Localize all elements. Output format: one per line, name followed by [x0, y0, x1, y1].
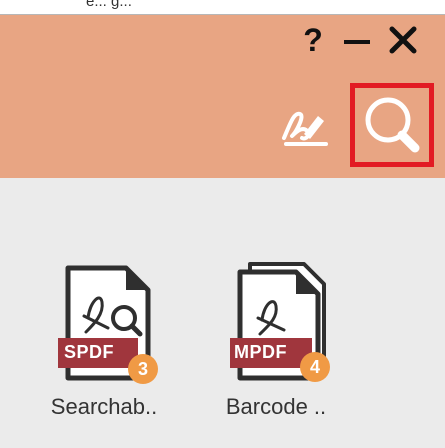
search-icon [365, 97, 420, 153]
help-button[interactable]: ? [298, 20, 328, 60]
sign-edit-icon [282, 111, 328, 146]
app-label-barcode: Barcode .. [225, 394, 327, 419]
minimize-button[interactable] [340, 29, 374, 53]
sign-edit-button[interactable] [280, 100, 330, 150]
close-icon [389, 26, 417, 54]
pdf-stack-icon: MPDF 4 [216, 262, 336, 392]
cut-title-text: e... g... [86, 0, 132, 10]
close-button[interactable] [385, 22, 421, 58]
minimize-icon [344, 40, 370, 44]
app-label-searchable: Searchab.. [50, 394, 158, 419]
app-searchable-pdf[interactable]: SPDF 3 Searchab.. [44, 262, 164, 420]
mpdf-count-badge: 4 [300, 352, 330, 382]
top-strip: e... g... [0, 0, 445, 15]
spdf-badge: SPDF [64, 342, 115, 362]
search-button[interactable] [350, 83, 434, 167]
mpdf-badge: MPDF [234, 342, 287, 362]
pdf-search-icon: SPDF 3 [44, 262, 164, 392]
spdf-count-badge: 3 [128, 354, 158, 384]
app-barcode-pdf[interactable]: MPDF 4 Barcode .. [216, 262, 336, 420]
